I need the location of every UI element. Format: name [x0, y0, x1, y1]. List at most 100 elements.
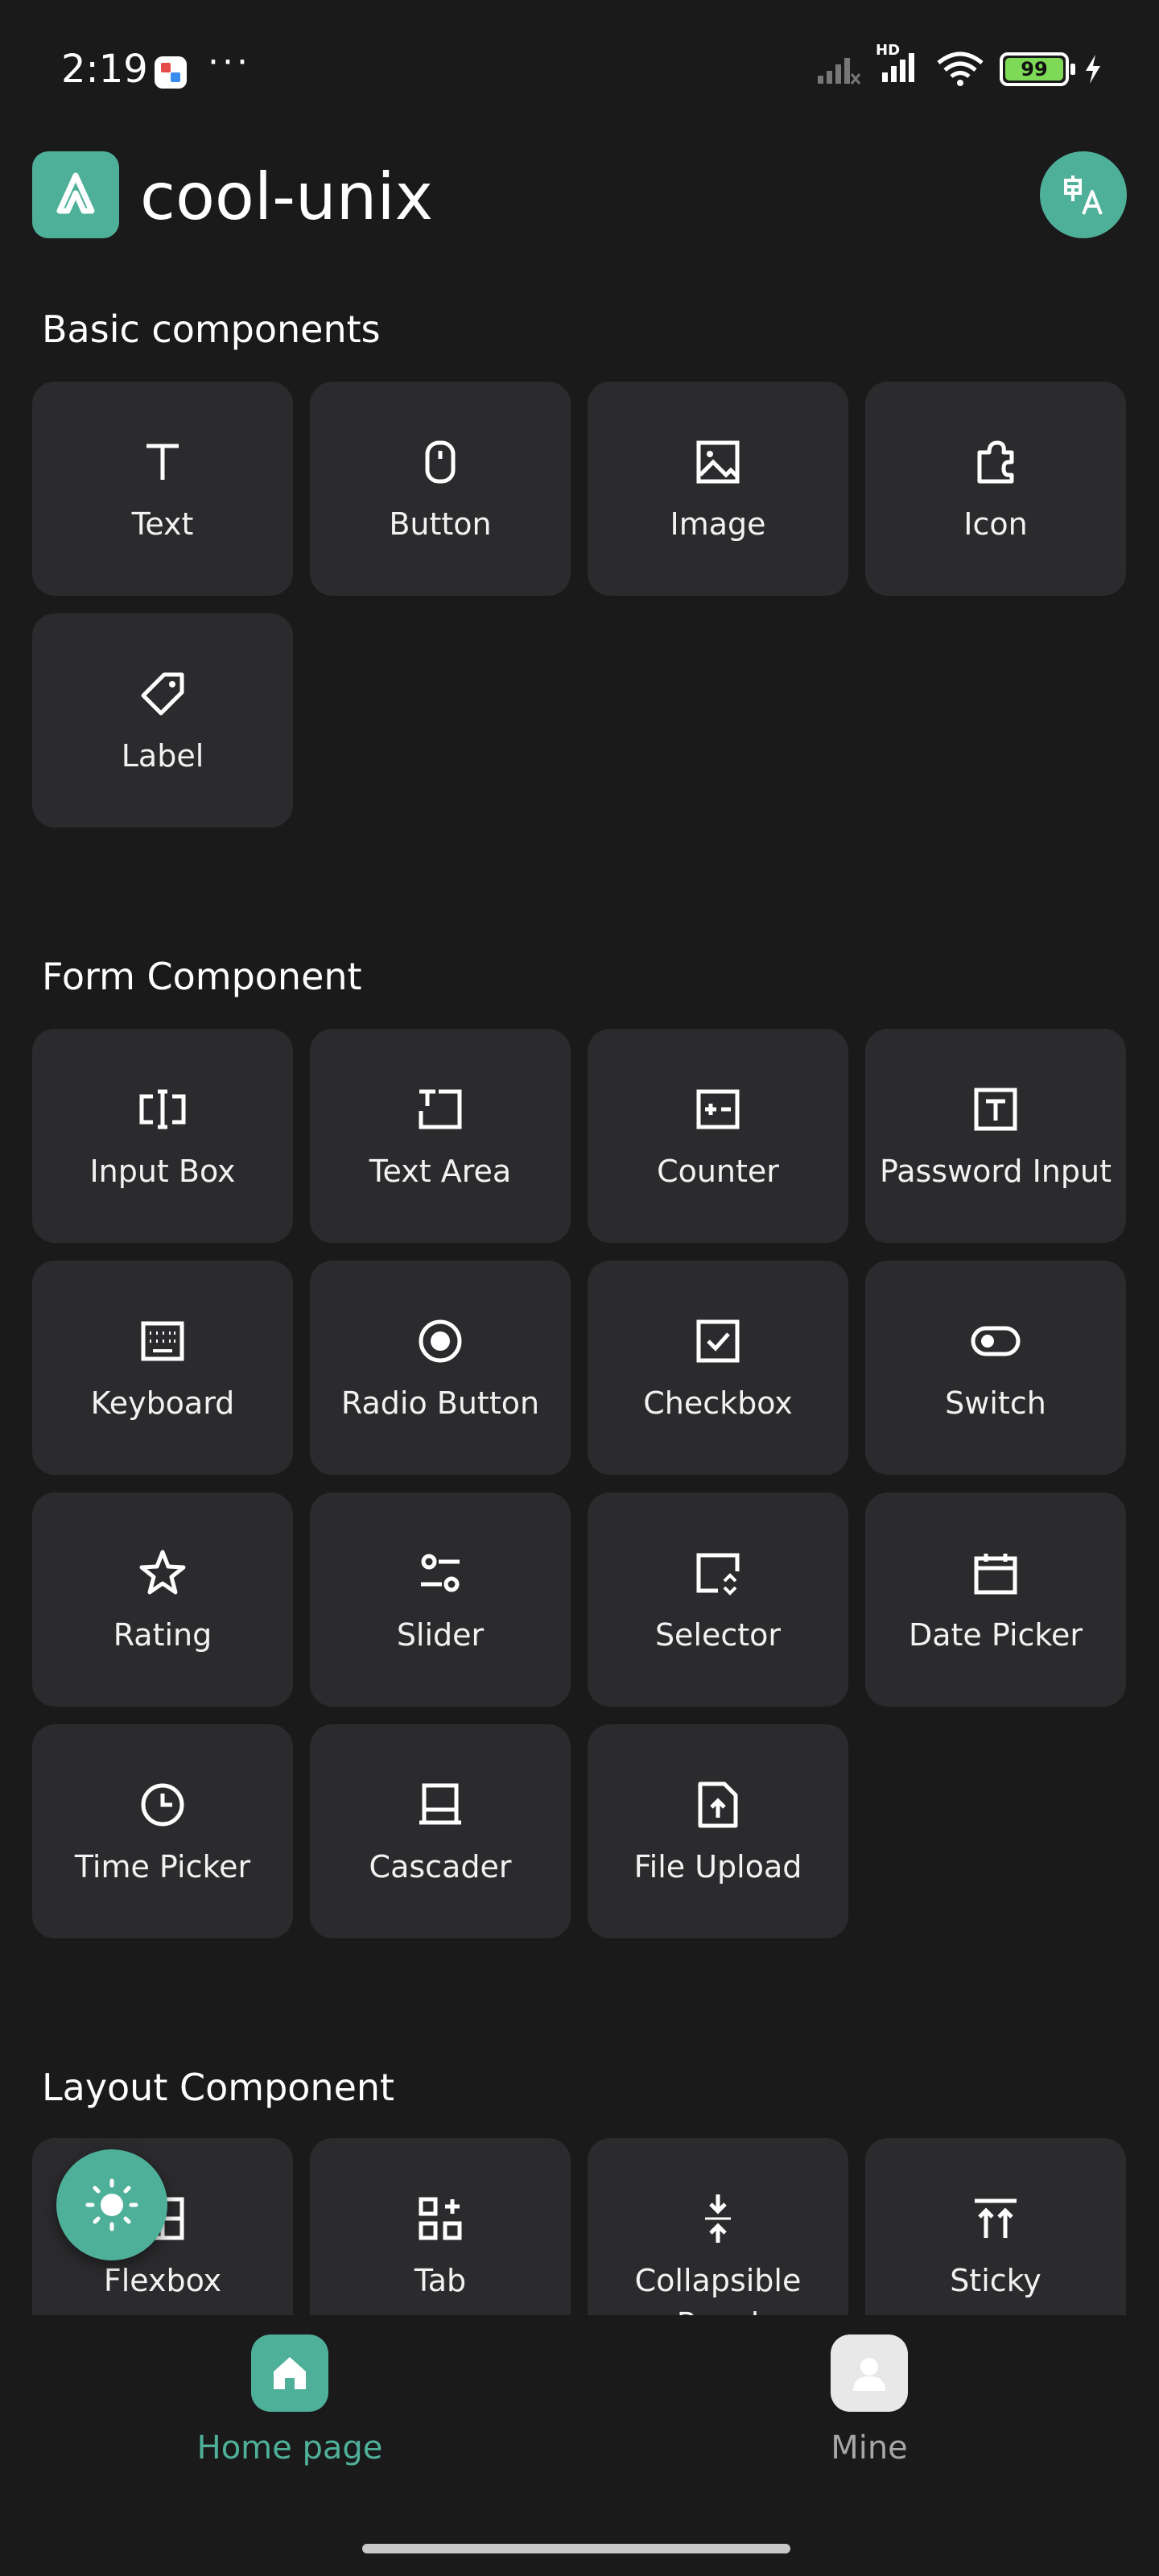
wifi-icon [937, 52, 984, 86]
home-icon [251, 2334, 328, 2412]
input-cursor-icon [137, 1084, 188, 1135]
tile-date-picker[interactable]: Date Picker [865, 1492, 1126, 1707]
tile-tab[interactable]: Tab [310, 2138, 571, 2315]
tile-slider[interactable]: Slider [310, 1492, 571, 1707]
toggle-icon [970, 1315, 1021, 1367]
tile-label: Cascader [369, 1849, 512, 1885]
bottom-tab-bar: Home page Mine [0, 2315, 1159, 2576]
slider-icon [415, 1547, 466, 1599]
tile-label-component[interactable]: Label [32, 613, 293, 828]
status-indicators: HD 99 [816, 42, 1103, 89]
tile-text-area[interactable]: Text Area [310, 1029, 571, 1243]
tile-label: Date Picker [908, 1617, 1083, 1653]
tile-label: Text Area [369, 1154, 512, 1189]
tile-time-picker[interactable]: Time Picker [32, 1724, 293, 1938]
star-icon [137, 1547, 188, 1599]
radio-icon [415, 1315, 466, 1367]
tile-switch[interactable]: Switch [865, 1261, 1126, 1475]
tile-rating[interactable]: Rating [32, 1492, 293, 1707]
tile-image[interactable]: Image [588, 382, 848, 596]
tile-label: Slider [396, 1617, 485, 1653]
text-box-icon [970, 1084, 1021, 1135]
text-icon [137, 436, 188, 488]
checkbox-icon [692, 1315, 744, 1367]
status-bar: 2:19 ··· HD 99 [0, 0, 1159, 137]
battery-level: 99 [1005, 58, 1063, 80]
layout-components-viewport[interactable]: Flexbox Tab Collapsible Panel Sticky [0, 2138, 1159, 2315]
tile-collapsible-panel[interactable]: Collapsible Panel [588, 2138, 848, 2315]
home-indicator[interactable] [362, 2544, 790, 2553]
tile-keyboard[interactable]: Keyboard [32, 1261, 293, 1475]
tile-label: Counter [657, 1154, 779, 1189]
tile-label: Rating [113, 1617, 212, 1653]
tile-label: Input Box [89, 1154, 236, 1189]
language-button[interactable] [1040, 151, 1127, 238]
app-title: cool-unix [140, 159, 433, 234]
notification-app-icon [155, 56, 187, 89]
selector-icon [692, 1547, 744, 1599]
basic-components-grid: Text Button Image Icon Label [32, 382, 1127, 828]
tile-label: Tab [414, 2263, 467, 2298]
tile-label: Radio Button [340, 1385, 540, 1421]
collapse-icon [692, 2193, 744, 2244]
tab-home[interactable]: Home page [145, 2334, 435, 2467]
calendar-icon [970, 1547, 1021, 1599]
section-title-form: Form Component [42, 955, 362, 998]
tile-file-upload[interactable]: File Upload [588, 1724, 848, 1938]
tile-label: Button [389, 506, 492, 542]
app-header: cool-unix [0, 145, 1159, 250]
tile-label: Switch [945, 1385, 1046, 1421]
image-icon [692, 436, 744, 488]
theme-toggle-button[interactable] [56, 2149, 167, 2260]
tab-home-label: Home page [196, 2429, 383, 2467]
layout-components-grid: Flexbox Tab Collapsible Panel Sticky [32, 2138, 1127, 2315]
tile-label: Collapsible Panel [634, 2263, 802, 2315]
tile-label: Checkbox [643, 1385, 793, 1421]
tab-mine-label: Mine [831, 2429, 908, 2467]
keyboard-icon [137, 1315, 188, 1367]
signal-weak-icon [818, 58, 861, 85]
tile-sticky[interactable]: Sticky [865, 2138, 1126, 2315]
cascader-icon [415, 1779, 466, 1831]
tab-mine[interactable]: Mine [724, 2334, 1014, 2467]
tile-cascader[interactable]: Cascader [310, 1724, 571, 1938]
tile-label: Selector [654, 1617, 782, 1653]
tile-label: Icon [963, 506, 1028, 542]
status-time: 2:19 [61, 47, 148, 92]
status-more: ··· [208, 42, 251, 83]
user-icon [831, 2334, 908, 2412]
file-upload-icon [692, 1779, 744, 1831]
battery-icon: 99 [1000, 52, 1075, 86]
tile-radio-button[interactable]: Radio Button [310, 1261, 571, 1475]
mouse-icon [415, 436, 466, 488]
tile-icon[interactable]: Icon [865, 382, 1126, 596]
sticky-top-icon [970, 2193, 1021, 2244]
tile-label: Time Picker [74, 1849, 251, 1885]
hd-badge: HD [876, 42, 901, 59]
form-components-grid: Input Box Text Area Counter Password Inp… [32, 1029, 1127, 1938]
tile-label: Image [670, 506, 766, 542]
tile-label: Keyboard [90, 1385, 235, 1421]
tile-input-box[interactable]: Input Box [32, 1029, 293, 1243]
charging-icon [1086, 55, 1100, 84]
translate-icon [1064, 175, 1103, 215]
section-title-layout: Layout Component [42, 2066, 395, 2109]
tile-text[interactable]: Text [32, 382, 293, 596]
tile-label: Label [121, 738, 204, 774]
tile-selector[interactable]: Selector [588, 1492, 848, 1707]
tile-counter[interactable]: Counter [588, 1029, 848, 1243]
tile-label: Text [131, 506, 194, 542]
tile-label: Flexbox [103, 2263, 222, 2298]
tile-checkbox[interactable]: Checkbox [588, 1261, 848, 1475]
tile-label: Sticky [950, 2263, 1041, 2298]
app-screen: 2:19 ··· HD 99 cool-unix Basic component… [0, 0, 1159, 2576]
tile-button[interactable]: Button [310, 382, 571, 596]
plus-minus-icon [692, 1084, 744, 1135]
clock-icon [137, 1779, 188, 1831]
tile-label: Password Input [880, 1154, 1112, 1189]
tile-password-input[interactable]: Password Input [865, 1029, 1126, 1243]
tile-label: File Upload [633, 1849, 802, 1885]
textarea-icon [415, 1084, 466, 1135]
signal-strong-container: HD [876, 42, 921, 89]
app-logo-icon [32, 151, 119, 238]
